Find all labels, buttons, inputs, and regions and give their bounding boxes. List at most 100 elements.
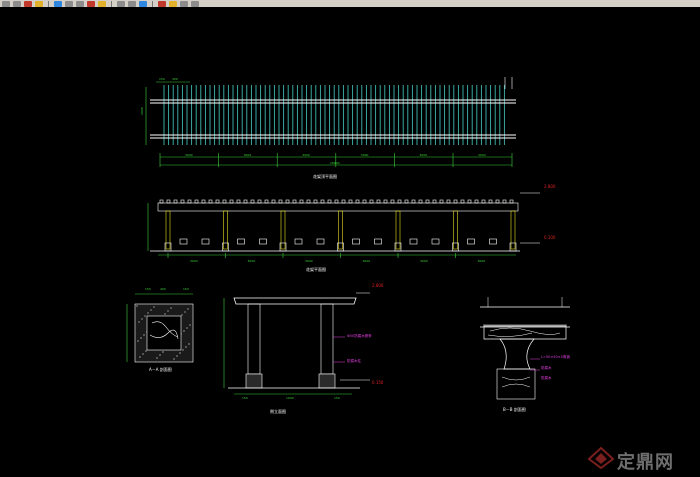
section-bb-note-2: 防腐木 (541, 365, 552, 370)
properties-icon[interactable] (158, 0, 166, 7)
trellis-elevation (147, 192, 540, 258)
side-dim-2: 1900 (286, 396, 294, 400)
elev-rafter-end (194, 199, 199, 204)
side-footing-right (318, 373, 336, 389)
aa-hatch-dot (153, 306, 155, 308)
side-title: 侧立面图 (270, 408, 286, 414)
aa-hatch-dot (162, 351, 164, 353)
zoom-window-icon[interactable] (76, 0, 84, 7)
new-file-icon[interactable] (2, 0, 10, 7)
elev-bench (237, 238, 245, 245)
undo-icon[interactable] (117, 0, 125, 7)
section-bb-note-3: 防腐木 (541, 375, 552, 380)
elev-rafter-end (173, 199, 178, 204)
plan-bay-dim: 3000 (419, 153, 427, 157)
elev-rafter-end (285, 199, 290, 204)
elev-rafter-end (481, 199, 486, 204)
elevation-level-bottom: 0.100 (544, 235, 556, 240)
elev-rafter-end (432, 199, 437, 204)
block-icon[interactable] (180, 0, 188, 7)
bb-beam (483, 325, 567, 340)
aa-hatch-dot (138, 321, 140, 323)
elev-column (510, 210, 516, 250)
side-column-right (320, 303, 334, 375)
plan-dim-top-1: 150 (159, 77, 165, 81)
elev-rafter-end (215, 199, 220, 204)
aa-hatch-dot (186, 327, 188, 329)
aa-hatch-dot (185, 346, 187, 348)
elev-rafter-end (313, 199, 318, 204)
elev-rafter-end (166, 199, 171, 204)
elevation-level-top: 2.800 (544, 184, 556, 189)
elev-rafter-end (257, 199, 262, 204)
aa-hatch-dot (159, 354, 161, 356)
elev-column (453, 210, 458, 250)
match-icon[interactable] (169, 0, 177, 7)
aa-hatch-dot (167, 310, 169, 312)
zoom-in-icon[interactable] (54, 0, 62, 7)
section-aa-dim-1: 150 (145, 287, 151, 291)
aa-hatch-dot (182, 349, 184, 351)
section-aa-dim-3: 150 (183, 287, 189, 291)
elev-rafter-end (159, 199, 164, 204)
elev-column (165, 210, 171, 250)
section-aa-title: A－A 剖面图 (149, 366, 172, 372)
elev-bench (467, 238, 475, 245)
elev-rafter-end (180, 199, 185, 204)
bb-wood-grain (487, 327, 561, 337)
elev-bay-dim: 3000 (190, 259, 198, 263)
save-icon[interactable] (24, 0, 32, 7)
plan-bay-dim: 3000 (302, 153, 310, 157)
zoom-extents-icon[interactable] (87, 0, 95, 7)
aa-hatch-dot (142, 353, 144, 355)
elev-rafter-end (425, 199, 430, 204)
layer-icon[interactable] (139, 0, 147, 7)
aa-hatch-dot (179, 352, 181, 354)
aa-hatch-dot (150, 309, 152, 311)
aa-hatch-dot (145, 350, 147, 352)
elev-column (223, 210, 228, 250)
aa-hatch-dot (143, 334, 145, 336)
section-bb-note-1: L=50×50×5角钢 (541, 354, 570, 359)
side-column-left (247, 303, 261, 375)
aa-hatch-dot (156, 357, 158, 359)
elev-rafter-end (236, 199, 241, 204)
plan-dim-top-2: 300 (172, 77, 178, 81)
side-level-bottom: 0.150 (372, 380, 384, 385)
side-note-1: Φ50防腐木檩条 (347, 333, 372, 338)
pan-icon[interactable] (98, 0, 106, 7)
bb-post-grain (501, 376, 531, 388)
aa-hatch-dot (147, 312, 149, 314)
open-icon[interactable] (13, 0, 21, 7)
aa-hatch-dot (184, 311, 186, 313)
elev-bench (294, 238, 303, 245)
elev-rafter-end (348, 199, 353, 204)
elev-bench (259, 238, 267, 245)
elev-rafter-end (229, 199, 234, 204)
cad-drawing-canvas[interactable]: 花架顶平面图 2000 150 300 18000 3000 3000 3000 30… (0, 7, 700, 477)
zoom-out-icon[interactable] (65, 0, 73, 7)
aa-hatch-dot (139, 356, 141, 358)
aa-hatch-dot (176, 355, 178, 357)
elev-rafter-end (369, 199, 374, 204)
elev-rafter-end (250, 199, 255, 204)
trellis-roof-plan (145, 77, 516, 167)
elev-rafter-end (306, 199, 311, 204)
elev-bench (431, 238, 440, 245)
help-icon[interactable] (191, 0, 199, 7)
elev-rafter-end (460, 199, 465, 204)
elev-rafter-end (187, 199, 192, 204)
aa-hatch-dot (170, 307, 172, 309)
elev-rafter-end (264, 199, 269, 204)
bb-bracket (499, 338, 535, 370)
aa-hatch-dot (188, 343, 190, 345)
redo-icon[interactable] (128, 0, 136, 7)
section-aa-dim-2: 400 (160, 287, 166, 291)
side-elevation (223, 292, 370, 395)
elev-bay-dim: 3000 (305, 259, 313, 263)
plan-dim-total: 18000 (330, 161, 340, 165)
elev-bench (352, 238, 360, 245)
elev-bench (374, 238, 382, 245)
elev-bay-dim: 3000 (248, 259, 256, 263)
print-icon[interactable] (35, 0, 43, 7)
